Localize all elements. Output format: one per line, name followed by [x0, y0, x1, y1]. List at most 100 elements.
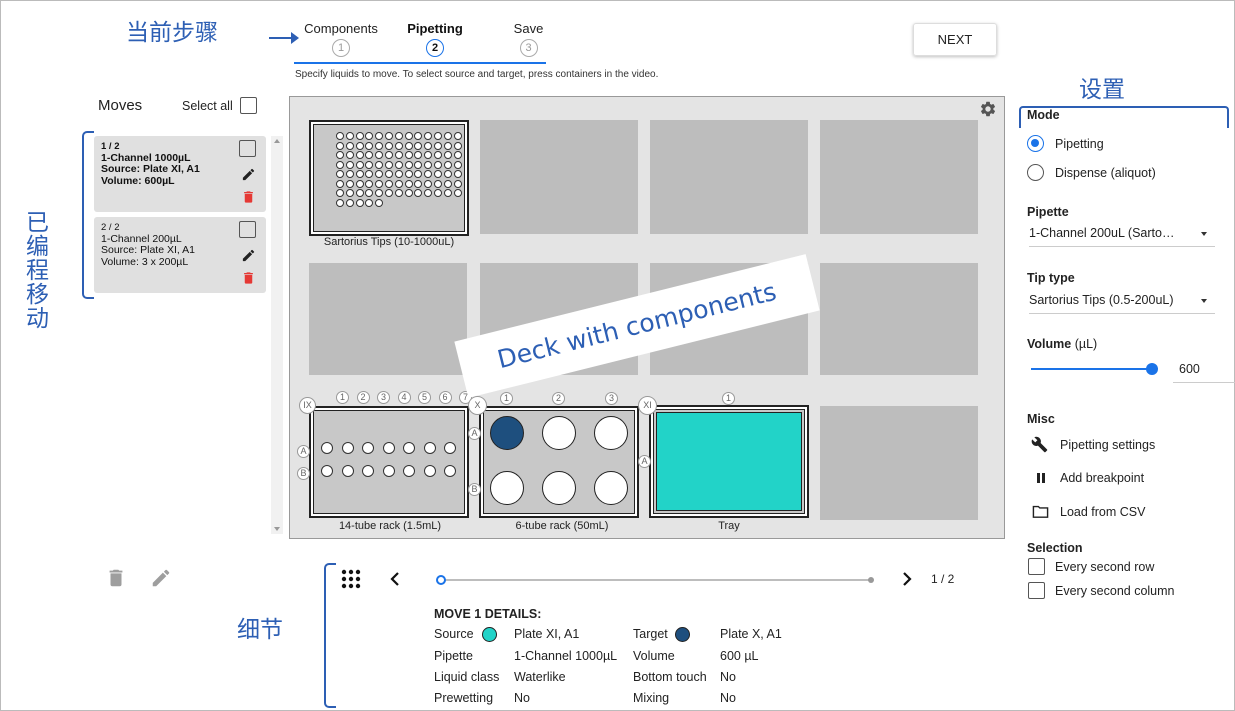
pipette-select[interactable]: 1-Channel 200uL (Sarto… — [1029, 223, 1215, 247]
bulk-edit-icon[interactable] — [150, 567, 172, 589]
tube-well[interactable] — [341, 465, 354, 477]
deck-slot[interactable] — [820, 406, 978, 520]
tip-well[interactable] — [355, 198, 364, 207]
playback-track[interactable] — [436, 575, 874, 585]
move-checkbox[interactable] — [239, 221, 256, 238]
tip-well[interactable] — [453, 189, 462, 197]
tip-well[interactable] — [424, 151, 433, 159]
tip-well[interactable] — [375, 132, 384, 140]
tip-well[interactable] — [424, 189, 433, 197]
tip-well[interactable] — [384, 141, 393, 150]
tip-well[interactable] — [365, 179, 374, 188]
every-second-column-checkbox[interactable] — [1028, 582, 1045, 599]
tip-well[interactable] — [404, 170, 413, 178]
tip-well[interactable] — [345, 151, 354, 159]
tray-slot[interactable] — [649, 405, 809, 518]
move-card-2[interactable]: 2 / 2 1-Channel 200µL Source: Plate XI, … — [94, 217, 266, 293]
deck-slot[interactable] — [309, 263, 467, 375]
tip-well[interactable] — [443, 132, 452, 140]
tip-well[interactable] — [336, 160, 344, 169]
tip-well[interactable] — [355, 151, 364, 159]
tip-well[interactable] — [336, 151, 344, 159]
every-second-row-checkbox[interactable] — [1028, 558, 1045, 575]
tip-well[interactable] — [384, 170, 393, 178]
tip-well[interactable] — [453, 151, 462, 159]
tip-well[interactable] — [394, 189, 403, 197]
moves-scrollbar[interactable] — [271, 136, 283, 534]
tip-well[interactable] — [365, 132, 374, 140]
tip-well[interactable] — [394, 151, 403, 159]
well-a2[interactable] — [542, 416, 576, 450]
tip-well[interactable] — [433, 132, 442, 140]
tip-well[interactable] — [355, 189, 364, 197]
tip-well[interactable] — [404, 141, 413, 150]
tip-well[interactable] — [336, 170, 344, 178]
tube-well[interactable] — [321, 465, 333, 477]
tip-well[interactable] — [394, 160, 403, 169]
deck-slot[interactable] — [650, 120, 808, 234]
well-a3[interactable] — [594, 416, 628, 450]
tube-rack-6[interactable] — [479, 406, 639, 518]
tip-well[interactable] — [453, 179, 462, 188]
volume-input[interactable]: 600 — [1173, 355, 1235, 383]
bulk-delete-icon[interactable] — [105, 566, 127, 590]
tip-well[interactable] — [355, 160, 364, 169]
tip-well[interactable] — [375, 179, 384, 188]
edit-icon[interactable] — [241, 167, 256, 182]
add-breakpoint-link[interactable]: Add breakpoint — [1060, 471, 1144, 485]
scroll-down-arrow[interactable] — [274, 527, 280, 531]
tip-well[interactable] — [384, 132, 393, 140]
tip-well[interactable] — [384, 189, 393, 197]
tube-well[interactable] — [382, 442, 395, 454]
tip-well[interactable] — [365, 198, 374, 207]
tube-well[interactable] — [423, 465, 436, 477]
tip-well[interactable] — [414, 151, 423, 159]
tip-well[interactable] — [345, 141, 354, 150]
gear-icon[interactable] — [979, 100, 997, 118]
well-b2[interactable] — [542, 471, 576, 505]
target-well-a1[interactable] — [490, 416, 524, 450]
tip-well[interactable] — [424, 141, 433, 150]
tip-well[interactable] — [433, 160, 442, 169]
tip-well[interactable] — [453, 132, 462, 140]
tip-well[interactable] — [443, 179, 452, 188]
pipetting-settings-link[interactable]: Pipetting settings — [1060, 438, 1155, 452]
tip-well[interactable] — [443, 170, 452, 178]
mode-radio-dispense[interactable] — [1027, 164, 1044, 181]
deck-view[interactable]: Sartorius Tips (10-1000uL) 1234567 IX A … — [289, 96, 1005, 539]
tube-well[interactable] — [403, 442, 415, 454]
tip-well[interactable] — [394, 170, 403, 178]
next-icon[interactable] — [901, 572, 913, 586]
deck-slot[interactable] — [480, 120, 638, 234]
tip-well[interactable] — [384, 179, 393, 188]
playback-thumb[interactable] — [436, 575, 446, 585]
tube-well[interactable] — [423, 442, 436, 454]
tip-well[interactable] — [336, 132, 344, 140]
tip-well[interactable] — [433, 151, 442, 159]
tip-well[interactable] — [414, 189, 423, 197]
tip-well[interactable] — [345, 189, 354, 197]
tip-well[interactable] — [433, 170, 442, 178]
tip-well[interactable] — [394, 132, 403, 140]
tip-well[interactable] — [375, 198, 384, 207]
tip-well[interactable] — [355, 132, 364, 140]
tip-well[interactable] — [404, 151, 413, 159]
tip-well[interactable] — [365, 160, 374, 169]
tip-well[interactable] — [336, 189, 344, 197]
edit-icon[interactable] — [241, 248, 256, 263]
step-save[interactable]: Save 3 — [491, 21, 566, 57]
tip-well[interactable] — [453, 170, 462, 178]
tip-well[interactable] — [414, 170, 423, 178]
previous-icon[interactable] — [389, 572, 401, 586]
tip-well[interactable] — [384, 151, 393, 159]
tip-well[interactable] — [345, 132, 354, 140]
tip-well[interactable] — [404, 189, 413, 197]
tip-rack-slot[interactable] — [309, 120, 469, 236]
tip-well[interactable] — [336, 141, 344, 150]
tip-type-select[interactable]: Sartorius Tips (0.5-200uL) — [1029, 290, 1215, 314]
scroll-up-arrow[interactable] — [274, 139, 280, 143]
tube-well[interactable] — [362, 465, 374, 477]
tip-well[interactable] — [424, 132, 433, 140]
deck-slot[interactable] — [820, 120, 978, 234]
tip-well[interactable] — [345, 160, 354, 169]
